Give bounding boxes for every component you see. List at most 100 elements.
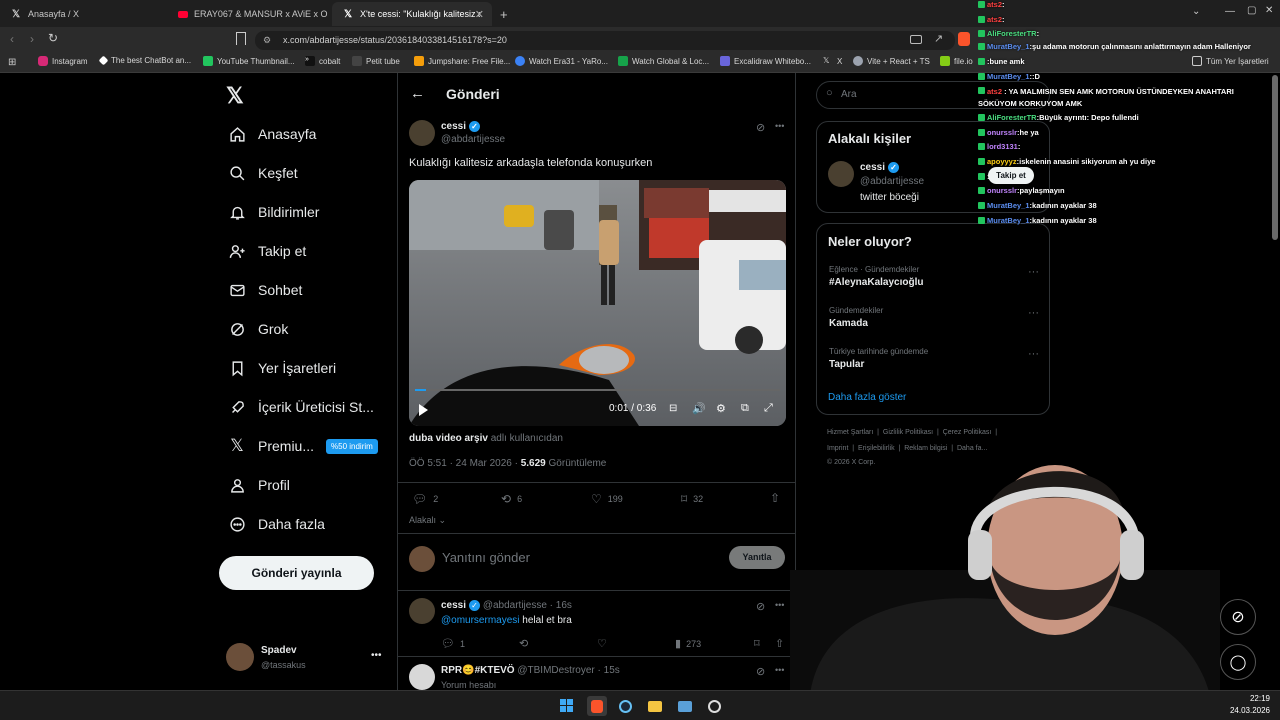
reply-like-action[interactable]: ♡	[597, 637, 607, 650]
nav-creator-studio[interactable]: İçerik Üreticisi St...	[228, 392, 374, 422]
nav-notifications[interactable]: Bildirimler	[228, 197, 319, 227]
bookmark-watch-global[interactable]: Watch Global & Loc...	[618, 56, 709, 66]
follow-button[interactable]: Takip et	[988, 167, 1034, 184]
steam-icon[interactable]	[615, 696, 635, 716]
close-tab-icon[interactable]: ✕	[475, 8, 484, 21]
source-name[interactable]: duba video arşiv	[409, 433, 488, 444]
trend-menu-icon[interactable]: ···	[1028, 266, 1039, 278]
brave-shield-icon[interactable]	[958, 32, 970, 46]
bookmark-jumpshare[interactable]: Jumpshare: Free File...	[414, 56, 510, 66]
back-icon[interactable]: ‹	[10, 32, 14, 46]
reply-comment-action[interactable]: 💬︎ 1	[441, 637, 465, 650]
nav-grok[interactable]: Grok	[228, 314, 288, 344]
play-icon[interactable]	[419, 404, 428, 416]
reply-menu-icon[interactable]: •••	[775, 665, 784, 675]
nav-follow[interactable]: Takip et	[228, 236, 306, 266]
author-avatar[interactable]	[409, 120, 435, 146]
bookmark-chatbot[interactable]: The best ChatBot an...	[98, 55, 191, 66]
nav-premium[interactable]: 𝕏 Premiu... %50 indirim	[228, 431, 378, 461]
author-handle[interactable]: @abdartijesse	[441, 134, 505, 145]
grok-explain-icon[interactable]: ⊘	[756, 665, 765, 678]
fullscreen-icon[interactable]: ⤢	[764, 402, 773, 415]
forward-icon[interactable]: ›	[30, 32, 34, 46]
apps-grid-icon[interactable]: ⊞	[8, 57, 16, 68]
bookmark-page-icon[interactable]	[236, 32, 246, 45]
account-avatar[interactable]	[226, 643, 254, 671]
trend-item[interactable]: Türkiye tarihinde gündemde Tapular	[829, 347, 1039, 370]
video-player[interactable]: 0:01 / 0:36 ⊟ 🔊 ⚙ ⧉ ⤢	[409, 180, 786, 426]
related-avatar[interactable]	[828, 161, 854, 187]
reply-avatar[interactable]	[409, 664, 435, 690]
trend-menu-icon[interactable]: ···	[1028, 307, 1039, 319]
reply-menu-icon[interactable]: •••	[775, 600, 784, 610]
x-logo-icon[interactable]: 𝕏	[226, 83, 244, 109]
settings-icon[interactable]: ⚙	[716, 402, 726, 415]
reply-repost-action[interactable]: ⟲	[519, 637, 528, 650]
windows-start-icon[interactable]	[557, 696, 577, 716]
reply-share-action[interactable]: ⇧	[775, 637, 784, 650]
site-info-icon[interactable]: ⚙	[263, 31, 271, 50]
bookmark-watch-era[interactable]: Watch Era31 - YaRo...	[515, 56, 608, 66]
related-name[interactable]: cessi ✓	[860, 162, 900, 173]
relevance-dropdown[interactable]: Alakalı ⌄	[409, 515, 446, 526]
nav-chat[interactable]: Sohbet	[228, 275, 302, 305]
reply-views[interactable]: ▮ 273	[675, 637, 701, 650]
nav-bookmarks[interactable]: Yer İşaretleri	[228, 353, 336, 383]
reply-bookmark-action[interactable]: ⌑	[754, 637, 760, 650]
share-icon[interactable]: ↗	[934, 32, 943, 45]
post-button[interactable]: Gönderi yayınla	[219, 556, 374, 590]
volume-icon[interactable]: 🔊	[692, 402, 706, 415]
account-menu-icon[interactable]: •••	[371, 650, 382, 661]
mention-link[interactable]: @omursermayesi	[441, 615, 520, 626]
like-action[interactable]: ♡ 199	[591, 492, 623, 506]
brave-browser-icon[interactable]	[587, 696, 607, 716]
cast-icon[interactable]	[910, 35, 922, 44]
author-name[interactable]: cessi ✓	[441, 121, 481, 132]
reply-avatar[interactable]	[409, 598, 435, 624]
url-field[interactable]: ⚙ x.com/abdartijesse/status/203618403381…	[255, 31, 955, 50]
tab-post[interactable]: 𝕏 X'te cessi: "Kulaklığı kalitesiz arka …	[332, 2, 492, 26]
reload-icon[interactable]: ↻	[48, 31, 58, 45]
nav-home[interactable]: Anasayfa	[228, 119, 316, 149]
tab-youtube[interactable]: ERAY067 & MANSUR x AViE x ORGAN	[168, 2, 328, 26]
share-action[interactable]: ⇧	[770, 491, 780, 505]
trend-menu-icon[interactable]: ···	[1028, 348, 1039, 360]
grok-explain-icon[interactable]: ⊘	[756, 121, 765, 134]
chat-message: lord3131 :	[978, 142, 1020, 151]
add-user-icon	[228, 242, 246, 260]
page-scrollbar[interactable]	[1272, 75, 1278, 240]
bookmark-fileio[interactable]: file.io	[940, 56, 973, 66]
bookmark-yt-thumbnail[interactable]: YouTube Thumbnail...	[203, 56, 295, 66]
bookmark-instagram[interactable]: Instagram	[38, 56, 88, 66]
show-more-link[interactable]: Daha fazla göster	[828, 392, 906, 403]
messages-float-button[interactable]: ◯	[1220, 644, 1256, 680]
trend-item[interactable]: Gündemdekiler Kamada	[829, 306, 1039, 329]
instagram-icon	[38, 56, 48, 66]
screen-app-icon[interactable]	[675, 696, 695, 716]
repost-action[interactable]: ⟲ 6	[501, 492, 522, 506]
reply-button[interactable]: Yanıtla	[729, 546, 785, 569]
reply-action[interactable]: 💬︎ 2	[412, 492, 438, 506]
bookmark-x[interactable]: 𝕏X	[823, 56, 842, 66]
nav-profile[interactable]: Profil	[228, 470, 290, 500]
bookmark-action[interactable]: ⌑ 32	[681, 492, 703, 506]
trend-item[interactable]: Eğlence · Gündemdekiler #AleynaKalaycıoğl…	[829, 265, 1039, 288]
folder-icon[interactable]	[645, 696, 665, 716]
new-tab-button[interactable]: +	[496, 2, 516, 26]
post-time[interactable]: ÖÖ 5:51 · 24 Mar 2026 ·	[409, 458, 521, 469]
bookmark-vite[interactable]: Vite + React + TS	[853, 56, 930, 66]
captions-icon[interactable]: ⊟	[669, 403, 677, 414]
post-menu-icon[interactable]: •••	[775, 121, 784, 131]
picture-in-picture-icon[interactable]: ⧉	[741, 402, 749, 415]
tab-home[interactable]: 𝕏 Anasayfa / X	[0, 2, 168, 26]
bookmark-excalidraw[interactable]: Excalidraw Whitebo...	[720, 56, 811, 66]
nav-more[interactable]: Daha fazla	[228, 509, 325, 539]
nav-explore[interactable]: Keşfet	[228, 158, 298, 188]
obs-icon[interactable]	[704, 696, 724, 716]
grok-explain-icon[interactable]: ⊘	[756, 600, 765, 613]
reply-input[interactable]: Yanıtını gönder	[442, 550, 530, 565]
back-arrow-icon[interactable]: ←	[410, 85, 425, 102]
bookmark-cobalt[interactable]: » cobalt	[305, 56, 340, 66]
bookmark-petit-tube[interactable]: Petit tube	[352, 56, 400, 66]
grok-float-button[interactable]: ⊘	[1220, 599, 1256, 635]
